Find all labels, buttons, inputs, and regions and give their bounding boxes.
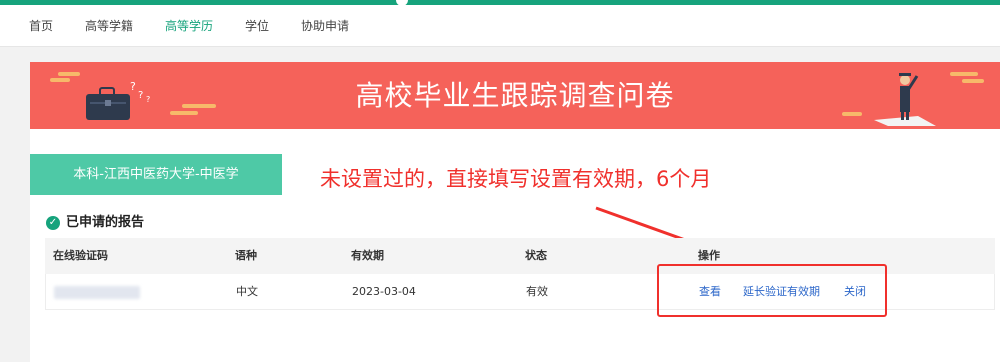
annotation-highlight-box: [657, 264, 887, 317]
column-header: 有效期: [351, 249, 384, 262]
language-cell: 中文: [236, 285, 258, 298]
nav-item-degree[interactable]: 学位: [245, 5, 269, 47]
status-cell: 有效: [526, 285, 548, 298]
section-heading: ✓ 已申请的报告: [46, 214, 144, 232]
nav-item-education[interactable]: 高等学历: [165, 5, 213, 47]
content-card: ? ? ? 高校毕业生跟踪调查问卷 本科-江西中医药大学-中医学 未设置过的，直…: [30, 62, 1000, 362]
nav-item-assist[interactable]: 协助申请: [301, 5, 349, 47]
check-circle-icon: ✓: [46, 215, 60, 230]
validity-cell: 2023-03-04: [352, 285, 416, 298]
cloud-decoration: [842, 112, 862, 116]
annotation-text: 未设置过的，直接填写设置有效期，6个月: [320, 167, 712, 191]
cloud-decoration: [950, 72, 978, 76]
column-header: 在线验证码: [53, 249, 108, 262]
nav-item-home[interactable]: 首页: [29, 5, 53, 47]
school-major-tab[interactable]: 本科-江西中医药大学-中医学: [30, 154, 282, 195]
survey-banner[interactable]: ? ? ? 高校毕业生跟踪调查问卷: [30, 62, 1000, 129]
cloud-decoration: [962, 79, 984, 83]
graduate-icon: [874, 73, 936, 126]
banner-title: 高校毕业生跟踪调查问卷: [355, 79, 675, 112]
verification-code-redacted: [54, 286, 140, 299]
nav-item-enrollment[interactable]: 高等学籍: [85, 5, 133, 47]
column-header: 状态: [525, 249, 547, 262]
section-heading-label: 已申请的报告: [66, 215, 145, 230]
main-nav: 首页 高等学籍 高等学历 学位 协助申请: [0, 5, 1000, 47]
column-header: 语种: [235, 249, 257, 262]
